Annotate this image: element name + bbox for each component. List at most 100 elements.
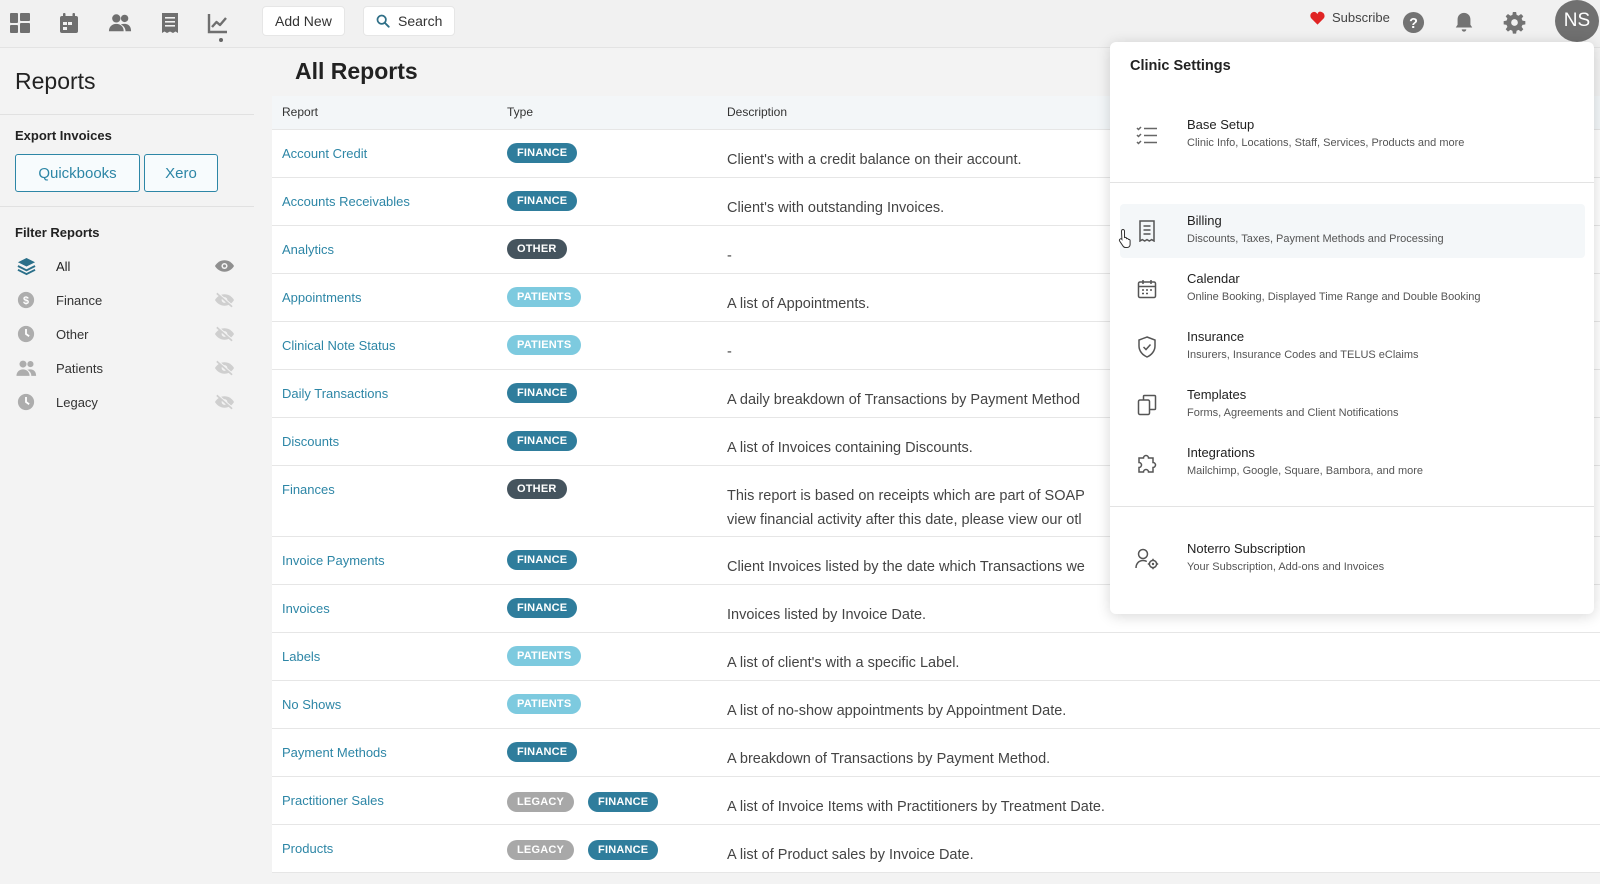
menu-item-label: Billing — [1187, 213, 1222, 228]
heart-icon — [1310, 11, 1325, 25]
svg-text:$: $ — [23, 295, 29, 307]
report-link[interactable]: Finances — [282, 482, 335, 497]
type-tags: OTHER — [507, 239, 567, 259]
avatar[interactable]: NS — [1555, 0, 1599, 42]
type-badge: FINANCE — [507, 598, 578, 618]
menu-item-description: Online Booking, Displayed Time Range and… — [1187, 291, 1481, 303]
type-tags: LEGACY FINANCE — [507, 792, 659, 812]
report-link[interactable]: No Shows — [282, 697, 341, 712]
report-link[interactable]: Appointments — [282, 290, 362, 305]
filter-label-all: All — [56, 258, 71, 274]
filter-all[interactable]: All — [15, 253, 235, 279]
filter-legacy[interactable]: Legacy — [15, 389, 235, 415]
eye-slash-icon[interactable] — [213, 391, 235, 413]
clients-nav-icon[interactable] — [105, 8, 135, 38]
report-link[interactable]: Analytics — [282, 242, 334, 257]
report-link[interactable]: Accounts Receivables — [282, 194, 410, 209]
filter-reports-heading: Filter Reports — [15, 225, 100, 240]
menu-item-description: Clinic Info, Locations, Staff, Services,… — [1187, 137, 1465, 149]
menu-divider — [1110, 182, 1594, 183]
report-link[interactable]: Invoice Payments — [282, 553, 385, 568]
type-badge: PATIENTS — [507, 694, 582, 714]
clinic-settings-title: Clinic Settings — [1130, 58, 1231, 74]
menu-divider — [1110, 506, 1594, 507]
dashboard-icon[interactable] — [5, 8, 35, 38]
report-link[interactable]: Account Credit — [282, 146, 367, 161]
xero-button[interactable]: Xero — [144, 154, 218, 192]
add-new-button[interactable]: Add New — [262, 6, 345, 36]
menu-item-label: Templates — [1187, 387, 1247, 402]
eye-icon[interactable] — [213, 255, 235, 277]
filter-finance[interactable]: $ Finance — [15, 287, 235, 313]
list-icon — [1134, 122, 1160, 148]
eye-slash-icon[interactable] — [213, 323, 235, 345]
menu-item-insurance[interactable]: Insurance Insurers, Insurance Codes and … — [1120, 320, 1585, 374]
type-badge: PATIENTS — [507, 646, 582, 666]
report-description: A list of Product sales by Invoice Date. — [727, 847, 974, 863]
menu-item-description: Insurers, Insurance Codes and TELUS eCla… — [1187, 349, 1419, 361]
search-icon — [376, 14, 390, 28]
type-tags: FINANCE — [507, 742, 578, 762]
report-link[interactable]: Payment Methods — [282, 745, 387, 760]
report-link[interactable]: Practitioner Sales — [282, 793, 384, 808]
reports-nav-icon[interactable] — [203, 8, 233, 38]
stack-icon — [15, 255, 37, 277]
gear-icon[interactable] — [1501, 9, 1527, 35]
type-tags: PATIENTS — [507, 335, 582, 355]
type-badge: PATIENTS — [507, 287, 582, 307]
top-bar: Add New Search Subscribe ? NS — [0, 0, 1600, 48]
search-button[interactable]: Search — [363, 6, 456, 36]
sidebar-title: Reports — [15, 68, 96, 94]
report-link[interactable]: Discounts — [282, 434, 339, 449]
type-badge: FINANCE — [507, 742, 578, 762]
clock-icon — [15, 391, 37, 413]
help-icon[interactable]: ? — [1400, 9, 1426, 35]
type-tags: FINANCE — [507, 143, 578, 163]
invoices-nav-icon[interactable] — [155, 8, 185, 38]
type-tags: PATIENTS — [507, 287, 582, 307]
table-row: Payment Methods FINANCE A breakdown of Tra… — [272, 729, 1600, 777]
menu-item-description: Discounts, Taxes, Payment Methods and Pr… — [1187, 233, 1444, 245]
filter-other[interactable]: Other — [15, 321, 235, 347]
dollar-icon: $ — [15, 289, 37, 311]
menu-item-label: Insurance — [1187, 329, 1245, 344]
receipt-icon — [1134, 218, 1160, 244]
user-gear-icon — [1134, 546, 1160, 572]
bell-icon[interactable] — [1451, 9, 1477, 35]
svg-text:?: ? — [1409, 15, 1418, 31]
menu-item-templates[interactable]: Templates Forms, Agreements and Client N… — [1120, 378, 1585, 432]
report-link[interactable]: Labels — [282, 649, 320, 664]
report-description: A list of Invoice Items with Practitione… — [727, 799, 1105, 815]
menu-item-description: Your Subscription, Add-ons and Invoices — [1187, 561, 1385, 573]
report-link[interactable]: Clinical Note Status — [282, 338, 395, 353]
table-row: Practitioner Sales LEGACY FINANCE A list of… — [272, 777, 1600, 825]
quickbooks-button[interactable]: Quickbooks — [15, 154, 140, 192]
filter-patients[interactable]: Patients — [15, 355, 235, 381]
column-header-type: Type — [507, 105, 534, 119]
type-tags: FINANCE — [507, 598, 578, 618]
table-row: Products LEGACY FINANCE A list of Product s… — [272, 825, 1600, 873]
menu-item-noterro-subscription[interactable]: Noterro Subscription Your Subscription, … — [1120, 532, 1585, 586]
menu-item-billing[interactable]: Billing Discounts, Taxes, Payment Method… — [1120, 204, 1585, 258]
menu-item-label: Calendar — [1187, 271, 1240, 286]
report-link[interactable]: Daily Transactions — [282, 386, 388, 401]
eye-slash-icon[interactable] — [213, 289, 235, 311]
menu-item-integrations[interactable]: Integrations Mailchimp, Google, Square, … — [1120, 436, 1585, 490]
subscribe-link[interactable]: Subscribe — [1310, 10, 1390, 25]
table-row: No Shows PATIENTS A list of no-show appoin… — [272, 681, 1600, 729]
type-badge: FINANCE — [507, 143, 578, 163]
type-tags: FINANCE — [507, 383, 578, 403]
eye-slash-icon[interactable] — [213, 357, 235, 379]
type-tags: FINANCE — [507, 191, 578, 211]
column-header-report: Report — [282, 105, 319, 119]
menu-item-base-setup[interactable]: Base Setup Clinic Info, Locations, Staff… — [1120, 108, 1585, 162]
pointer-cursor-icon — [1118, 228, 1131, 248]
menu-item-description: Forms, Agreements and Client Notificatio… — [1187, 407, 1399, 419]
type-badge: FINANCE — [507, 431, 578, 451]
calendar-nav-icon[interactable] — [54, 8, 84, 38]
filter-label-other: Other — [56, 326, 89, 342]
export-invoices-heading: Export Invoices — [15, 128, 112, 143]
report-link[interactable]: Invoices — [282, 601, 330, 616]
menu-item-calendar[interactable]: Calendar Online Booking, Displayed Time … — [1120, 262, 1585, 316]
report-link[interactable]: Products — [282, 841, 333, 856]
